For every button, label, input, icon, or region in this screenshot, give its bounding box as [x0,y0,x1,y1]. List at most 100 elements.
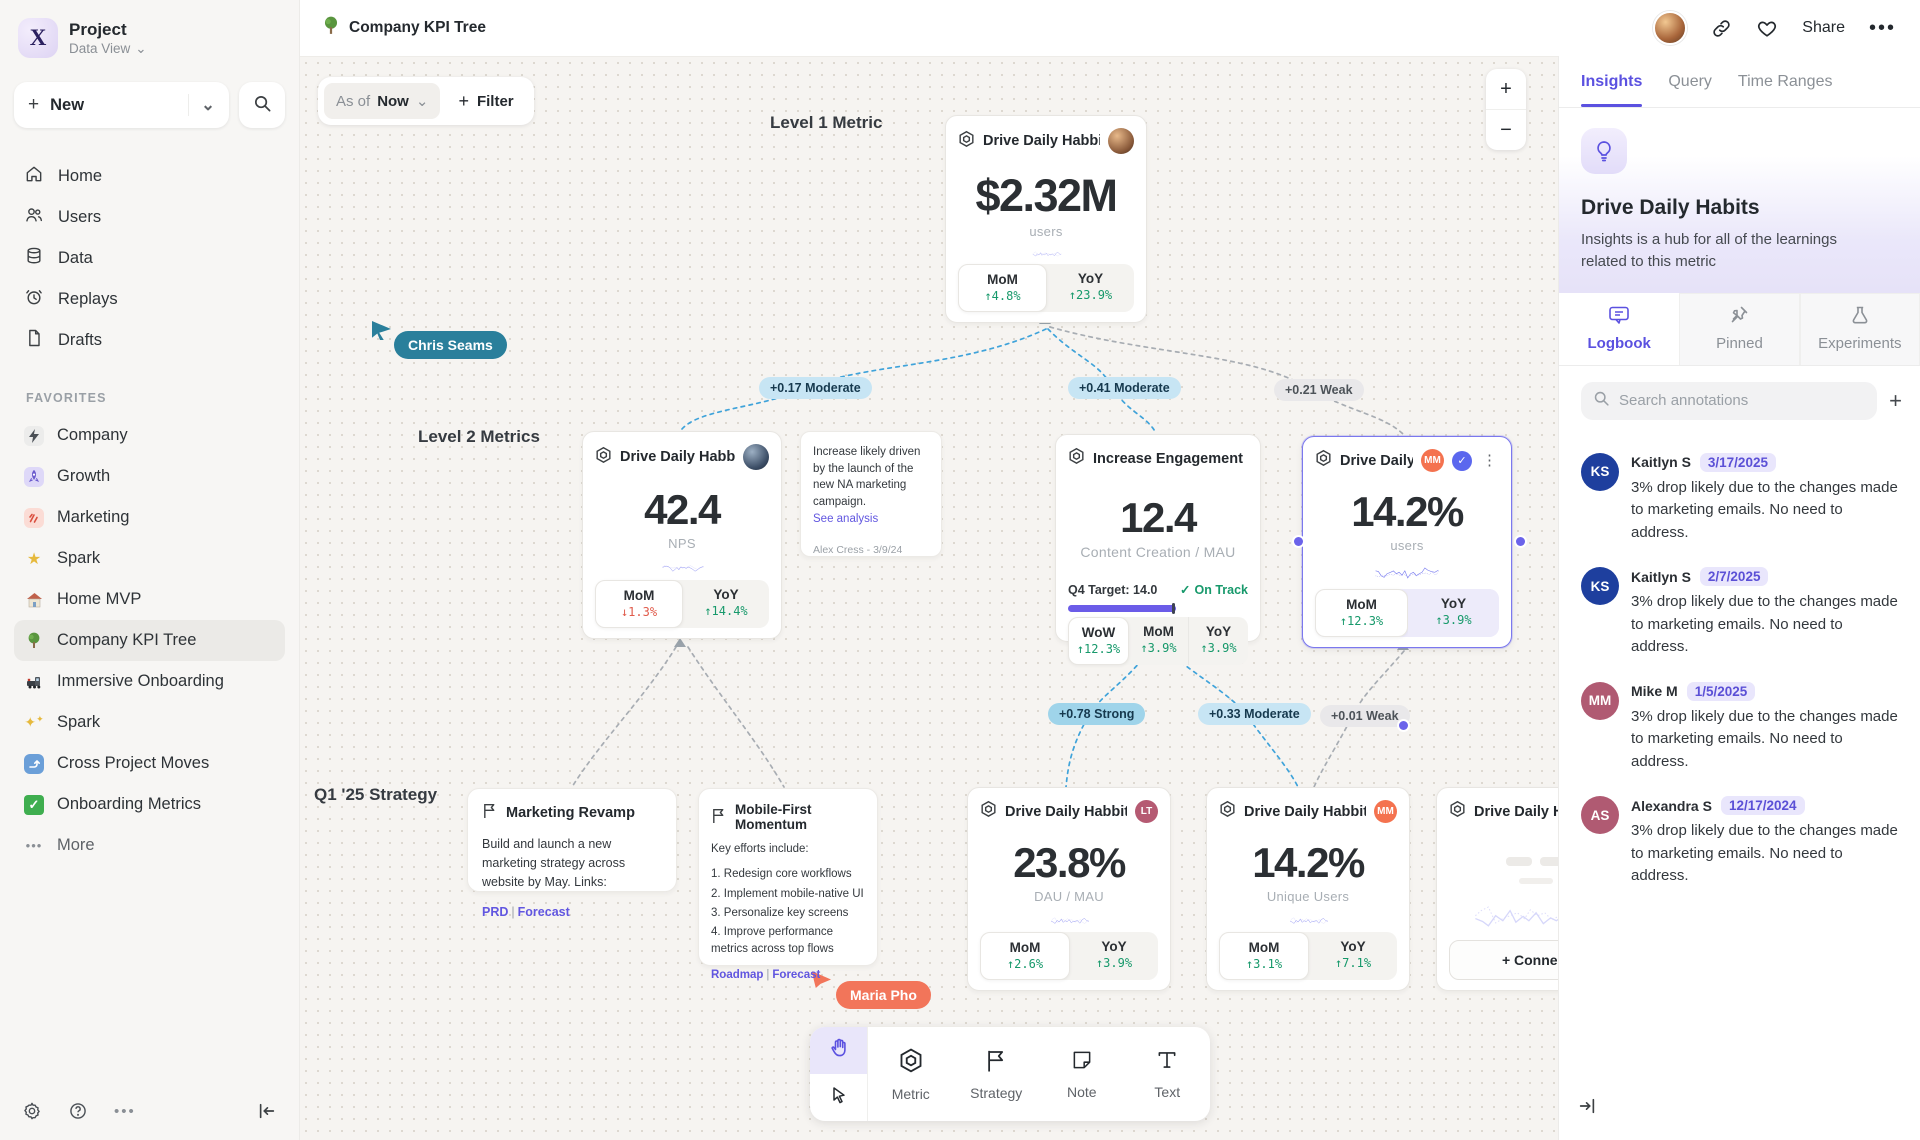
annotation-date-pill[interactable]: 2/7/2025 [1700,567,1769,586]
topbar-actions: Share ••• [1653,11,1896,45]
tab-insights[interactable]: Insights [1581,56,1642,107]
annotation-item[interactable]: KS Kaitlyn S 3/17/2025 3% drop likely du… [1581,453,1898,545]
strategy-card-marketing-revamp[interactable]: Marketing Revamp Build and launch a new … [467,788,677,892]
metric-card-nps[interactable]: Drive Daily Habbits 42.4 NPS MoM ↓1.3% Y… [582,431,782,639]
subtab-pinned[interactable]: Pinned [1679,293,1799,365]
sidebar-item-replays[interactable]: Replays [14,279,285,320]
collaborator-label: Maria Pho [836,981,931,1009]
sidebar-item-onboarding-metrics[interactable]: ✓ Onboarding Metrics [14,784,285,825]
annotation-item[interactable]: AS Alexandra S 12/17/2024 3% drop likely… [1581,796,1898,888]
mom-stat[interactable]: MoM ↑4.8% [958,264,1047,312]
user-avatar[interactable] [1653,11,1687,45]
chevron-down-icon[interactable]: ⌄ [201,95,215,115]
strategy-card-mobile-first[interactable]: Mobile-First Momentum Key efforts includ… [698,788,878,966]
prd-link[interactable]: PRD [482,905,508,919]
project-switcher[interactable]: X Project Data View ⌄ [14,16,285,60]
sidebar-item-spark[interactable]: ★ Spark [14,538,285,579]
collapse-sidebar-icon[interactable] [257,1102,277,1120]
collapse-panel-icon[interactable] [1577,1097,1597,1118]
annotation-search-input[interactable] [1619,392,1865,409]
sidebar-item-company[interactable]: Company [14,415,285,456]
mom-stat[interactable]: MoM ↑2.6% [980,932,1070,980]
annotation-item[interactable]: KS Kaitlyn S 2/7/2025 3% drop likely due… [1581,567,1898,659]
metric-card-unconnected[interactable]: Drive Daily Hab + Connect [1436,787,1558,991]
project-view-selector[interactable]: Data View ⌄ [69,41,147,57]
zoom-out-button[interactable]: − [1486,110,1526,150]
tab-query[interactable]: Query [1668,56,1712,107]
metric-card-selected[interactable]: Drive Daily Habb.. MM ✓ ⋮ 14.2% users Mo… [1302,436,1512,648]
annotation-item[interactable]: MM Mike M 1/5/2025 3% drop likely due to… [1581,682,1898,774]
metric-tool[interactable]: Metric [868,1027,954,1121]
sparkles-icon: ✦✦ [24,714,44,731]
annotation-note-card[interactable]: Increase likely driven by the launch of … [800,431,942,557]
kpi-canvas[interactable]: As of Now ⌄ + Filter + − Level 1 Metric … [300,56,1558,1140]
mom-stat[interactable]: MoM ↑12.3% [1315,589,1408,637]
settings-gear-icon[interactable] [22,1101,42,1121]
yoy-stat[interactable]: YoY ↑23.9% [1047,264,1134,312]
sidebar-item-data[interactable]: Data [14,238,285,279]
sidebar-item-marketing[interactable]: Marketing [14,497,285,538]
new-button[interactable]: + New ⌄ [14,82,229,128]
as-of-selector[interactable]: As of Now ⌄ [324,83,440,119]
topbar-more-icon[interactable]: ••• [1869,17,1896,40]
metric-card-level1[interactable]: Drive Daily Habbits $2.32M users MoM ↑4.… [945,115,1147,323]
tab-time-ranges[interactable]: Time Ranges [1738,56,1833,107]
favorite-heart-icon[interactable] [1756,18,1778,39]
add-annotation-button[interactable]: + [1889,390,1902,412]
select-tool[interactable] [810,1074,867,1121]
yoy-stat[interactable]: YoY ↑3.9% [1070,932,1158,980]
star-icon: ★ [24,549,44,569]
filter-button[interactable]: + Filter [444,83,527,119]
metric-card-engagement[interactable]: Increase Engagement 12.4 Content Creatio… [1055,434,1261,642]
selection-handle[interactable] [1516,537,1525,546]
help-icon[interactable] [68,1101,88,1121]
connect-button[interactable]: + Connect [1449,940,1558,980]
hand-tool[interactable] [810,1027,867,1074]
sidebar-item-more[interactable]: ••• More [14,825,285,866]
sidebar-item-drafts[interactable]: Drafts [14,320,285,361]
metric-card-dau-mau[interactable]: Drive Daily Habbits LT 23.8% DAU / MAU M… [967,787,1171,991]
mom-stat[interactable]: MoM ↑3.9% [1129,617,1188,665]
zoom-in-button[interactable]: + [1486,69,1526,109]
metric-card-unique-users[interactable]: Drive Daily Habbits MM 14.2% Unique User… [1206,787,1410,991]
text-tool[interactable]: Text [1125,1027,1211,1121]
mom-stat[interactable]: MoM ↓1.3% [595,580,683,628]
topbar: Company KPI Tree Share ••• [300,0,1920,56]
sidebar-item-cross-project-moves[interactable]: Cross Project Moves [14,743,285,784]
sparkline-chart [1315,563,1499,583]
yoy-stat[interactable]: YoY ↑7.1% [1309,932,1397,980]
sidebar-item-spark-2[interactable]: ✦✦ Spark [14,702,285,743]
annotation-date-pill[interactable]: 1/5/2025 [1687,682,1756,701]
share-button[interactable]: Share [1802,19,1845,37]
sidebar-item-growth[interactable]: Growth [14,456,285,497]
more-options-icon[interactable]: ••• [114,1103,136,1120]
sidebar-item-immersive-onboarding[interactable]: Immersive Onboarding [14,661,285,702]
copy-link-icon[interactable] [1711,18,1732,39]
yoy-stat[interactable]: YoY ↑3.9% [1188,617,1248,665]
see-analysis-link[interactable]: See analysis [813,511,929,528]
sidebar-search-button[interactable] [239,82,285,128]
card-menu-icon[interactable]: ⋮ [1480,453,1499,468]
metric-hexagon-icon [1449,800,1466,823]
forecast-link[interactable]: Forecast [772,969,820,981]
metric-value: 12.4 [1068,494,1248,542]
annotation-date-pill[interactable]: 12/17/2024 [1721,796,1805,815]
forecast-link[interactable]: Forecast [518,905,570,919]
selection-handle[interactable] [1399,721,1408,730]
mom-stat[interactable]: MoM ↑3.1% [1219,932,1309,980]
subtab-logbook[interactable]: Logbook [1559,293,1679,365]
subtab-experiments[interactable]: Experiments [1800,293,1920,365]
wow-stat[interactable]: WoW ↑12.3% [1068,617,1129,665]
note-tool[interactable]: Note [1039,1027,1125,1121]
annotation-search[interactable] [1581,382,1877,420]
yoy-stat[interactable]: YoY ↑14.4% [683,580,769,628]
sidebar-item-home[interactable]: Home [14,156,285,197]
sidebar-item-home-mvp[interactable]: Home MVP [14,579,285,620]
yoy-stat[interactable]: YoY ↑3.9% [1408,589,1499,637]
strategy-tool[interactable]: Strategy [954,1027,1040,1121]
sidebar-item-company-kpi-tree[interactable]: Company KPI Tree [14,620,285,661]
roadmap-link[interactable]: Roadmap [711,969,763,981]
selection-handle[interactable] [1294,537,1303,546]
sidebar-item-users[interactable]: Users [14,197,285,238]
annotation-date-pill[interactable]: 3/17/2025 [1700,453,1776,472]
